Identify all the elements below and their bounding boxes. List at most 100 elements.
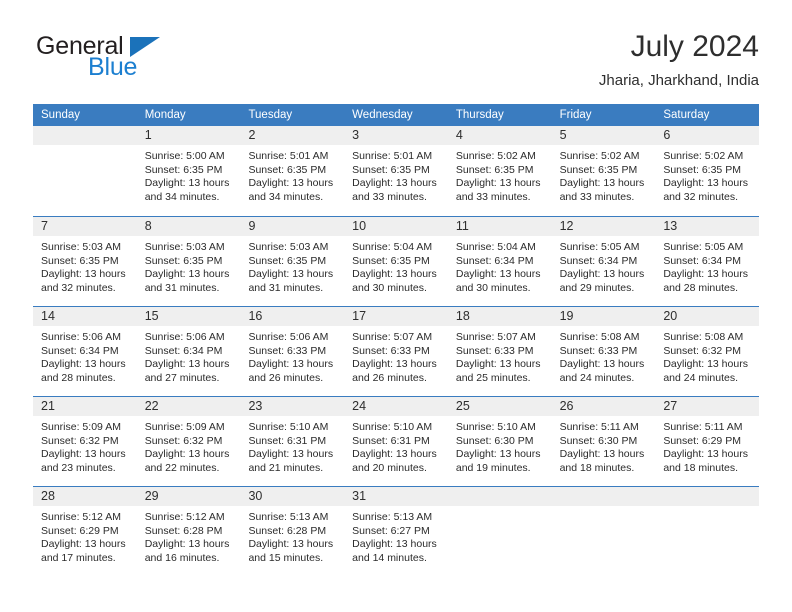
day-number: 14 xyxy=(33,307,137,326)
calendar-day-cell[interactable]: 27 Sunrise: 5:11 AM Sunset: 6:29 PM Dayligh… xyxy=(655,397,760,486)
sunrise-time: Sunrise: 5:00 AM xyxy=(144,150,225,162)
calendar-day-cell[interactable]: 25 Sunrise: 5:10 AM Sunset: 6:30 PM Dayligh… xyxy=(447,397,552,486)
daylight-duration-line2: and 14 minutes. xyxy=(352,551,427,564)
sunrise-time: Sunrise: 5:09 AM xyxy=(41,421,121,433)
daylight-duration-line1: Daylight: 13 hours xyxy=(559,448,645,461)
calendar-day-cell[interactable]: 14 Sunrise: 5:06 AM Sunset: 6:34 PM Dayligh… xyxy=(33,307,137,396)
calendar-day-cell[interactable]: 18 Sunrise: 5:07 AM Sunset: 6:33 PM Dayligh… xyxy=(447,307,552,396)
sunset-time: Sunset: 6:33 PM xyxy=(559,344,638,357)
calendar-day-cell[interactable]: 15 Sunrise: 5:06 AM Sunset: 6:34 PM Dayligh… xyxy=(136,307,241,396)
weekday-header-monday: Monday xyxy=(144,109,186,121)
calendar-day-cell[interactable]: 13 Sunrise: 5:05 AM Sunset: 6:34 PM Dayligh… xyxy=(655,217,760,306)
calendar-day-cell[interactable]: 26 Sunrise: 5:11 AM Sunset: 6:30 PM Dayligh… xyxy=(551,397,656,486)
calendar-day-cell[interactable]: 4 Sunrise: 5:02 AM Sunset: 6:35 PM Daylight… xyxy=(447,126,552,216)
day-details: Sunrise: 5:11 AM Sunset: 6:30 PM Daylight:… xyxy=(552,416,656,475)
daylight-duration-line1: Daylight: 13 hours xyxy=(352,268,437,281)
daylight-duration-line2: and 16 minutes. xyxy=(144,551,220,564)
day-number: 10 xyxy=(344,217,448,236)
sunset-time: Sunset: 6:33 PM xyxy=(455,344,534,357)
day-details: Sunrise: 5:01 AM Sunset: 6:35 PM Daylight:… xyxy=(344,145,448,204)
sunrise-time: Sunrise: 5:11 AM xyxy=(663,421,743,433)
sunrise-time: Sunrise: 5:10 AM xyxy=(455,421,536,433)
day-number: 31 xyxy=(344,487,448,506)
logo-text-blue: Blue xyxy=(88,53,138,81)
calendar-week-row: 21 Sunrise: 5:09 AM Sunset: 6:32 PM Dayligh… xyxy=(33,396,760,486)
daylight-duration-line2: and 32 minutes. xyxy=(41,281,116,294)
calendar-day-cell[interactable]: 10 Sunrise: 5:04 AM Sunset: 6:35 PM Dayligh… xyxy=(344,217,448,306)
day-number xyxy=(447,487,552,506)
calendar-day-cell[interactable]: 29 Sunrise: 5:12 AM Sunset: 6:28 PM Dayligh… xyxy=(136,487,241,576)
calendar-day-cell[interactable]: 3 Sunrise: 5:01 AM Sunset: 6:35 PM Daylight… xyxy=(344,126,448,216)
calendar-weeks: 1 Sunrise: 5:00 AM Sunset: 6:35 PM Daylight… xyxy=(33,126,760,576)
day-number: 8 xyxy=(136,217,241,236)
day-details: Sunrise: 5:12 AM Sunset: 6:29 PM Daylight:… xyxy=(33,506,137,565)
calendar-day-cell[interactable]: 11 Sunrise: 5:04 AM Sunset: 6:34 PM Dayligh… xyxy=(447,217,552,306)
daylight-duration-line2: and 34 minutes. xyxy=(144,190,220,203)
calendar-day-cell[interactable]: 8 Sunrise: 5:03 AM Sunset: 6:35 PM Daylight… xyxy=(136,217,241,306)
day-details: Sunrise: 5:07 AM Sunset: 6:33 PM Daylight:… xyxy=(448,326,552,385)
daylight-duration-line2: and 28 minutes. xyxy=(41,371,116,384)
general-blue-logo[interactable]: General Blue xyxy=(33,32,243,90)
calendar-day-cell[interactable]: 22 Sunrise: 5:09 AM Sunset: 6:32 PM Dayligh… xyxy=(136,397,241,486)
calendar-day-cell[interactable]: 17 Sunrise: 5:07 AM Sunset: 6:33 PM Dayligh… xyxy=(344,307,448,396)
daylight-duration-line1: Daylight: 13 hours xyxy=(41,268,126,281)
calendar-week-row: 14 Sunrise: 5:06 AM Sunset: 6:34 PM Dayligh… xyxy=(33,306,760,396)
sunrise-time: Sunrise: 5:12 AM xyxy=(41,511,121,523)
daylight-duration-line1: Daylight: 13 hours xyxy=(663,358,748,371)
calendar-day-cell[interactable]: 28 Sunrise: 5:12 AM Sunset: 6:29 PM Dayligh… xyxy=(33,487,137,576)
sunset-time: Sunset: 6:35 PM xyxy=(248,163,327,176)
day-details: Sunrise: 5:04 AM Sunset: 6:34 PM Daylight:… xyxy=(448,236,552,295)
sunrise-time: Sunrise: 5:07 AM xyxy=(455,331,536,343)
daylight-duration-line1: Daylight: 13 hours xyxy=(144,177,230,190)
calendar-day-cell[interactable]: 23 Sunrise: 5:10 AM Sunset: 6:31 PM Dayligh… xyxy=(240,397,345,486)
calendar-day-cell[interactable]: 5 Sunrise: 5:02 AM Sunset: 6:35 PM Daylight… xyxy=(551,126,656,216)
weekday-header-row: Sunday Monday Tuesday Wednesday Thursday Frid… xyxy=(33,104,759,126)
calendar-day-cell-empty xyxy=(33,126,137,216)
daylight-duration-line1: Daylight: 13 hours xyxy=(455,177,541,190)
daylight-duration-line2: and 33 minutes. xyxy=(352,190,427,203)
day-details: Sunrise: 5:05 AM Sunset: 6:34 PM Daylight:… xyxy=(655,236,759,295)
sunrise-time: Sunrise: 5:07 AM xyxy=(352,331,433,343)
day-number: 18 xyxy=(447,307,552,326)
day-details: Sunrise: 5:06 AM Sunset: 6:33 PM Daylight:… xyxy=(240,326,344,385)
calendar-day-cell[interactable]: 7 Sunrise: 5:03 AM Sunset: 6:35 PM Daylight… xyxy=(33,217,137,306)
day-number: 16 xyxy=(240,307,345,326)
day-number: 20 xyxy=(655,307,760,326)
sunset-time: Sunset: 6:35 PM xyxy=(248,254,327,267)
calendar-day-cell[interactable]: 21 Sunrise: 5:09 AM Sunset: 6:32 PM Dayligh… xyxy=(33,397,137,486)
calendar-day-cell[interactable]: 12 Sunrise: 5:05 AM Sunset: 6:34 PM Dayligh… xyxy=(551,217,656,306)
sunset-time: Sunset: 6:33 PM xyxy=(352,344,430,357)
calendar-day-cell[interactable]: 1 Sunrise: 5:00 AM Sunset: 6:35 PM Daylight… xyxy=(136,126,241,216)
calendar-day-cell-empty xyxy=(655,487,760,576)
day-number: 17 xyxy=(344,307,448,326)
calendar-day-cell[interactable]: 31 Sunrise: 5:13 AM Sunset: 6:27 PM Dayligh… xyxy=(344,487,448,576)
daylight-duration-line2: and 30 minutes. xyxy=(352,281,427,294)
day-number: 30 xyxy=(240,487,345,506)
calendar-day-cell[interactable]: 20 Sunrise: 5:08 AM Sunset: 6:32 PM Dayligh… xyxy=(655,307,760,396)
day-details: Sunrise: 5:09 AM Sunset: 6:32 PM Daylight:… xyxy=(33,416,137,475)
page-header: General Blue July 2024 Jharia, Jharkhand… xyxy=(33,30,759,94)
daylight-duration-line2: and 31 minutes. xyxy=(144,281,220,294)
day-number: 6 xyxy=(655,126,760,145)
day-number: 9 xyxy=(240,217,345,236)
sunrise-time: Sunrise: 5:09 AM xyxy=(144,421,225,433)
day-details: Sunrise: 5:13 AM Sunset: 6:27 PM Daylight:… xyxy=(344,506,448,565)
calendar-day-cell[interactable]: 30 Sunrise: 5:13 AM Sunset: 6:28 PM Dayligh… xyxy=(240,487,345,576)
calendar-day-cell[interactable]: 2 Sunrise: 5:01 AM Sunset: 6:35 PM Daylight… xyxy=(240,126,345,216)
sunset-time: Sunset: 6:33 PM xyxy=(248,344,327,357)
daylight-duration-line1: Daylight: 13 hours xyxy=(455,268,541,281)
calendar-day-cell[interactable]: 6 Sunrise: 5:02 AM Sunset: 6:35 PM Daylight… xyxy=(655,126,760,216)
calendar-day-cell[interactable]: 19 Sunrise: 5:08 AM Sunset: 6:33 PM Dayligh… xyxy=(551,307,656,396)
weekday-header-sunday: Sunday xyxy=(41,109,81,121)
page-title: July 2024 xyxy=(630,30,759,63)
daylight-duration-line2: and 33 minutes. xyxy=(455,190,531,203)
title-block: July 2024 Jharia, Jharkhand, India xyxy=(599,30,759,89)
calendar-day-cell[interactable]: 9 Sunrise: 5:03 AM Sunset: 6:35 PM Daylight… xyxy=(240,217,345,306)
calendar-day-cell[interactable]: 24 Sunrise: 5:10 AM Sunset: 6:31 PM Dayligh… xyxy=(344,397,448,486)
weekday-header-saturday: Saturday xyxy=(663,109,710,121)
calendar-day-cell[interactable]: 16 Sunrise: 5:06 AM Sunset: 6:33 PM Dayligh… xyxy=(240,307,345,396)
sunset-time: Sunset: 6:32 PM xyxy=(144,434,223,447)
day-number: 13 xyxy=(655,217,760,236)
daylight-duration-line1: Daylight: 13 hours xyxy=(248,538,334,551)
sunset-time: Sunset: 6:35 PM xyxy=(352,254,430,267)
